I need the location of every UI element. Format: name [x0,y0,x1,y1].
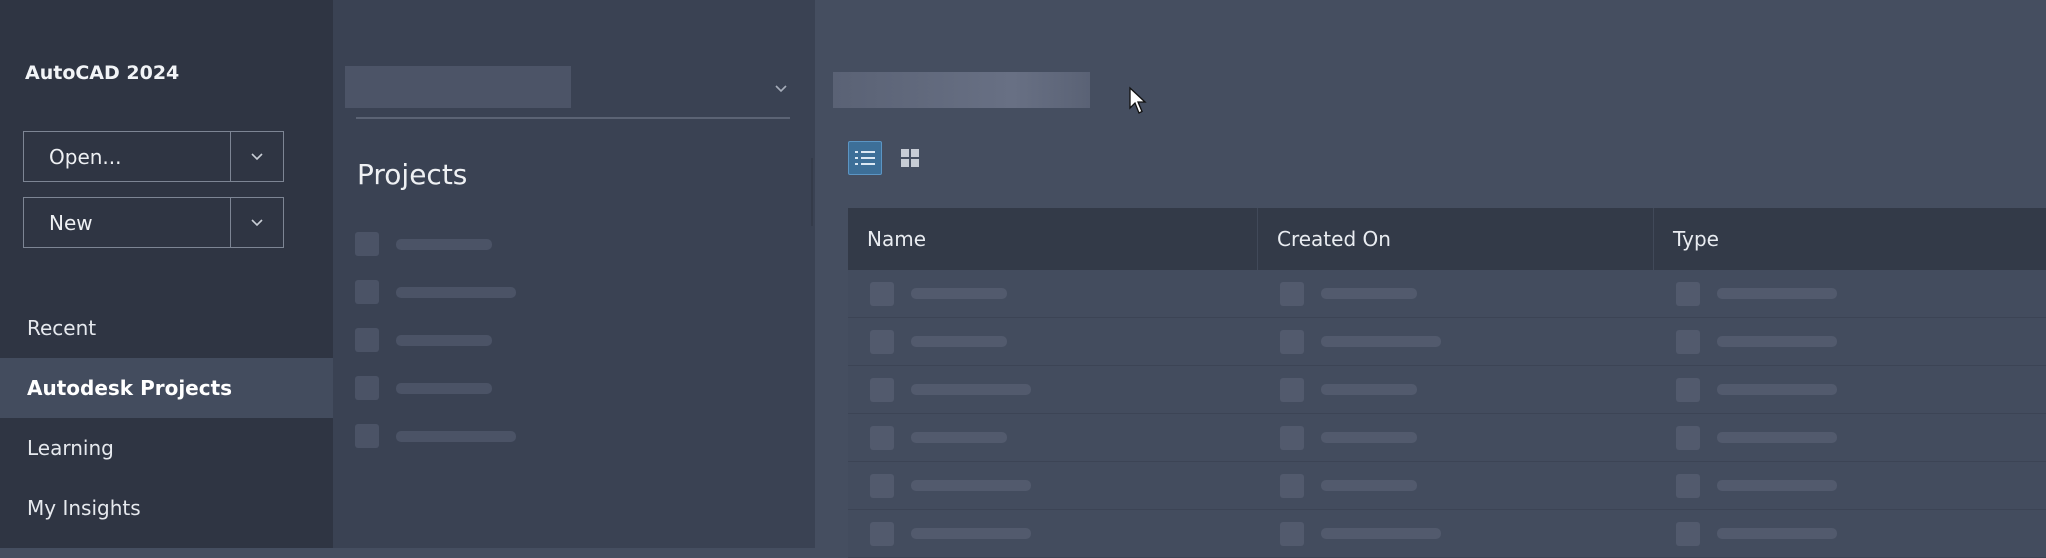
project-item-placeholder[interactable] [355,424,516,448]
list-view-icon [855,151,875,165]
hub-selector-placeholder[interactable] [345,66,571,108]
panel-resize-handle[interactable] [811,158,813,226]
column-header-name[interactable]: Name [848,208,1258,270]
table-header: Name Created On Type [848,208,2046,270]
nav-item-my-insights[interactable]: My Insights [0,478,333,538]
table-row[interactable] [848,366,2046,414]
table-row[interactable] [848,462,2046,510]
chevron-down-icon [775,85,787,93]
chevron-down-icon [251,219,263,227]
project-item-placeholder[interactable] [355,328,492,352]
column-header-created-on[interactable]: Created On [1258,208,1654,270]
open-button[interactable]: Open... [24,132,231,181]
project-item-placeholder[interactable] [355,280,516,304]
content-panel: Name Created On Type [815,0,2046,558]
list-view-button[interactable] [848,141,882,175]
sidebar: AutoCAD 2024 Open... New Recent Autodesk… [0,0,333,548]
files-table: Name Created On Type [848,208,2046,558]
nav-item-learning[interactable]: Learning [0,418,333,478]
breadcrumb-placeholder [833,72,1090,108]
new-dropdown-button[interactable] [231,198,283,247]
app-title: AutoCAD 2024 [25,62,180,84]
table-row[interactable] [848,510,2046,558]
divider [356,117,790,119]
projects-title: Projects [357,158,468,191]
column-header-type[interactable]: Type [1654,208,2046,270]
chevron-down-icon [251,153,263,161]
project-item-placeholder[interactable] [355,232,492,256]
open-split-button: Open... [23,131,284,182]
new-split-button: New [23,197,284,248]
table-row[interactable] [848,318,2046,366]
table-row[interactable] [848,270,2046,318]
nav-item-recent[interactable]: Recent [0,298,333,358]
hub-dropdown-button[interactable] [774,78,788,97]
grid-view-button[interactable] [893,141,927,175]
grid-view-icon [901,149,919,167]
projects-panel: Projects [333,0,815,548]
table-row[interactable] [848,414,2046,462]
new-button[interactable]: New [24,198,231,247]
project-item-placeholder[interactable] [355,376,492,400]
nav-item-autodesk-projects[interactable]: Autodesk Projects [0,358,333,418]
mouse-cursor-icon [1129,86,1147,114]
open-dropdown-button[interactable] [231,132,283,181]
